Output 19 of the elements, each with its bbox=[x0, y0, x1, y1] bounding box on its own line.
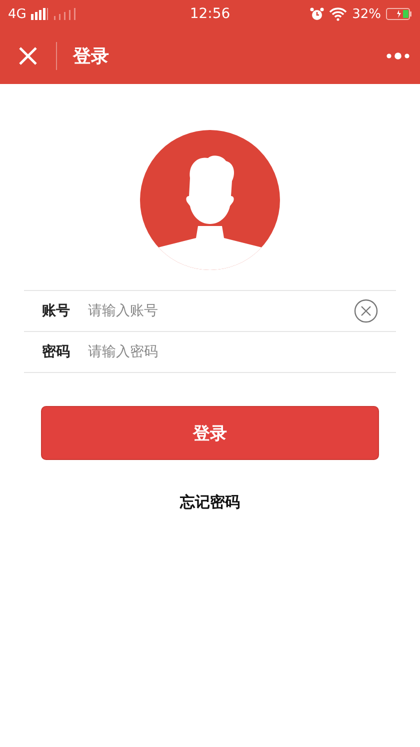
page-title: 登录 bbox=[73, 45, 110, 68]
alarm-icon bbox=[310, 7, 324, 21]
more-icon[interactable] bbox=[386, 52, 410, 60]
login-button[interactable]: 登录 bbox=[41, 406, 379, 460]
field-label: 账号 bbox=[42, 302, 71, 320]
field-label: 密码 bbox=[42, 343, 71, 361]
forgot-password-link[interactable]: 忘记密码 bbox=[180, 493, 240, 511]
input-field[interactable]: 请输入密码 bbox=[88, 344, 378, 360]
battery-percent: 32% bbox=[352, 6, 381, 22]
battery-icon bbox=[386, 8, 412, 20]
network-type: 4G bbox=[8, 6, 26, 22]
clock-time: 12:56 bbox=[190, 6, 230, 22]
input-field[interactable]: 请输入账号 bbox=[88, 303, 354, 319]
signal-icon bbox=[31, 8, 50, 20]
signal-icon bbox=[54, 8, 76, 20]
avatar-icon bbox=[140, 130, 280, 270]
close-icon[interactable] bbox=[18, 46, 38, 66]
wifi-icon bbox=[329, 7, 348, 21]
clear-icon[interactable] bbox=[354, 299, 378, 323]
